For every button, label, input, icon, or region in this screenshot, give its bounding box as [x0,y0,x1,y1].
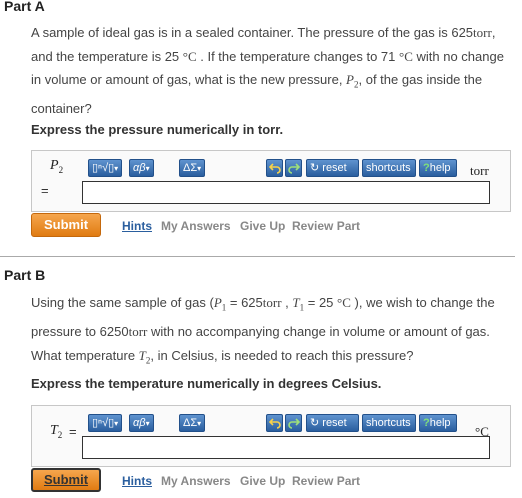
part-a-hints-link[interactable]: Hints [122,219,152,233]
part-b-header: Part B [4,267,46,283]
shortcuts-button[interactable]: shortcuts [362,159,416,177]
part-a-var-label: P2 [50,158,64,175]
part-a-instruction: Express the pressure numerically in torr… [31,122,284,137]
part-b-equals: = [69,424,77,439]
symbols-button[interactable]: ΔΣ▾ [179,159,206,177]
help-button[interactable]: ?help [419,414,457,432]
shortcuts-button[interactable]: shortcuts [362,414,416,432]
part-a-header: Part A [4,0,45,14]
part-b-answer-box: T2 = ▯ⁿ√▯▾ αβ▾ ΔΣ▾ ↻ reset shortcuts ?he… [31,405,511,467]
part-divider [0,256,515,257]
undo-icon[interactable] [266,159,283,177]
reset-icon: ↻ [310,417,320,429]
templates-button[interactable]: ▯ⁿ√▯▾ [88,414,123,432]
redo-icon[interactable] [285,159,302,177]
part-b-question: Using the same sample of gas (P1 = 625to… [31,295,495,366]
reset-icon: ↻ [310,162,320,174]
greek-button[interactable]: αβ▾ [129,414,154,432]
reset-button[interactable]: ↻ reset [306,159,359,177]
greek-button[interactable]: αβ▾ [129,159,154,177]
part-b-review-part-link[interactable]: Review Part [292,474,360,488]
symbols-button[interactable]: ΔΣ▾ [179,414,206,432]
redo-icon[interactable] [285,414,302,432]
part-a-my-answers-link[interactable]: My Answers [161,219,231,233]
part-a-answer-box: P2 = ▯ⁿ√▯▾ αβ▾ ΔΣ▾ ↻ reset shortcuts ?he… [31,150,511,212]
part-b-my-answers-link[interactable]: My Answers [161,474,231,488]
part-a-unit: torr [470,163,489,178]
part-a-equals: = [41,183,49,198]
part-b-instruction: Express the temperature numerically in d… [31,376,382,391]
part-b-var-label: T2 [50,423,63,440]
part-b-submit-button[interactable]: Submit [31,468,101,492]
part-a-review-part-link[interactable]: Review Part [292,219,360,233]
part-b-give-up-link[interactable]: Give Up [240,474,285,488]
undo-icon[interactable] [266,414,283,432]
help-icon: ? [423,162,430,174]
part-a-question: A sample of ideal gas is in a sealed con… [31,25,504,117]
reset-button[interactable]: ↻ reset [306,414,359,432]
part-a-submit-button[interactable]: Submit [31,213,101,237]
templates-button[interactable]: ▯ⁿ√▯▾ [88,159,123,177]
part-b-unit: °C [475,424,489,439]
part-a-answer-input[interactable] [82,181,490,204]
help-icon: ? [423,417,430,429]
part-b-answer-input[interactable] [82,436,490,459]
part-a-give-up-link[interactable]: Give Up [240,219,285,233]
help-button[interactable]: ?help [419,159,457,177]
part-b-hints-link[interactable]: Hints [122,474,152,488]
